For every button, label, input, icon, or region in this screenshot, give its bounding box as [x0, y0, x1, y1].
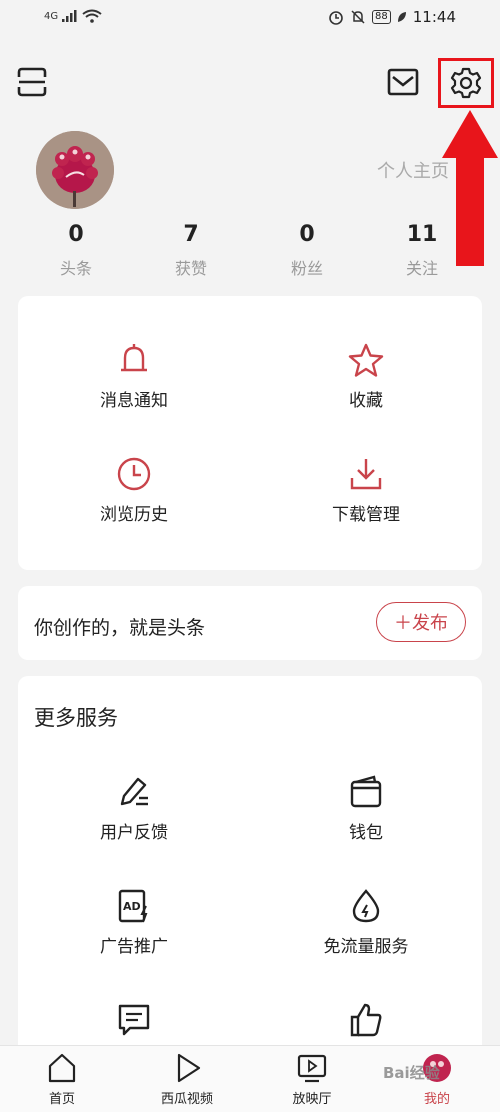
service-item-comments[interactable] [18, 1002, 250, 1038]
stat-label: 获赞 [174, 259, 207, 278]
ad-icon: AD [118, 889, 148, 923]
comment-icon [118, 1004, 150, 1036]
wallet-icon [350, 775, 382, 808]
pen-icon [120, 777, 148, 806]
scan-icon [17, 67, 47, 97]
star-icon [348, 343, 384, 377]
publish-button[interactable]: ＋发布 [376, 602, 466, 642]
stat-label: 头条 [59, 259, 92, 278]
tab-label: 首页 [48, 1092, 75, 1107]
tab-xigua-video[interactable]: 西瓜视频 [137, 1052, 237, 1107]
menu-item-label: 浏览历史 [100, 505, 168, 525]
messages-button[interactable] [385, 64, 421, 100]
clock-icon [117, 457, 151, 491]
stat-value: 0 [299, 222, 315, 247]
menu-item-notifications[interactable]: 消息通知 [18, 342, 250, 411]
service-item-likes[interactable] [250, 1002, 482, 1038]
thumbs-up-icon [350, 1003, 382, 1037]
tab-home[interactable]: 首页 [12, 1052, 112, 1107]
bell-icon [121, 344, 147, 372]
service-item-label: 广告推广 [100, 937, 168, 957]
annotation-arrow [442, 110, 498, 266]
network-type: 4G [44, 10, 59, 22]
download-icon [350, 459, 382, 490]
service-item-label: 钱包 [349, 823, 383, 843]
clock-time: 11:44 [412, 8, 456, 26]
mute-icon [351, 10, 365, 24]
menu-item-label: 下载管理 [332, 505, 400, 525]
scan-button[interactable] [14, 64, 50, 100]
status-left: 4G [44, 9, 102, 23]
service-item-label: 用户反馈 [100, 823, 168, 843]
tab-label: 西瓜视频 [160, 1092, 213, 1107]
tv-icon [297, 1054, 327, 1083]
svg-text:AD: AD [123, 900, 141, 913]
stat-fans[interactable]: 0 粉丝 [267, 222, 347, 279]
watermark-logo: Bai经验 [383, 1064, 440, 1082]
service-item-free-data[interactable]: 免流量服务 [250, 888, 482, 957]
stat-likes[interactable]: 7 获赞 [151, 222, 231, 279]
home-icon [48, 1053, 76, 1083]
quick-menu-card: 消息通知 收藏 浏览历史 下载管理 [18, 296, 482, 570]
menu-item-favorites[interactable]: 收藏 [250, 342, 482, 411]
more-services-card: 更多服务 用户反馈 钱包 AD 广告推广 免流量服务 [18, 676, 482, 1056]
stat-toutiao[interactable]: 0 头条 [36, 222, 116, 279]
battery-level: 88 [372, 10, 391, 24]
stat-label: 粉丝 [290, 259, 323, 278]
drop-icon [352, 889, 380, 923]
wifi-icon [82, 9, 102, 23]
tab-label: 我的 [423, 1092, 450, 1107]
stat-value: 7 [183, 222, 199, 247]
service-item-ads[interactable]: AD 广告推广 [18, 888, 250, 957]
avatar-image [36, 131, 114, 209]
service-item-label: 免流量服务 [323, 937, 409, 957]
create-prompt: 你创作的，就是头条 [34, 617, 206, 639]
service-item-feedback[interactable]: 用户反馈 [18, 774, 250, 843]
profile-link[interactable]: 个人主页 [377, 157, 449, 183]
play-icon [177, 1053, 201, 1083]
mail-icon [387, 68, 419, 96]
menu-item-label: 收藏 [349, 391, 383, 411]
status-right: 88 11:44 [328, 8, 456, 26]
leaf-icon [397, 12, 406, 22]
menu-item-history[interactable]: 浏览历史 [18, 456, 250, 525]
signal-icon [62, 10, 77, 22]
menu-item-label: 消息通知 [100, 391, 168, 411]
tab-label: 放映厅 [292, 1092, 332, 1107]
status-bar: 4G 88 11:44 [0, 0, 500, 38]
create-card: 你创作的，就是头条 ＋发布 [18, 586, 482, 660]
menu-item-downloads[interactable]: 下载管理 [250, 456, 482, 525]
alarm-icon [329, 11, 343, 25]
stat-value: 0 [68, 222, 84, 247]
tab-cinema[interactable]: 放映厅 [262, 1052, 362, 1107]
service-item-wallet[interactable]: 钱包 [250, 774, 482, 843]
more-services-title: 更多服务 [34, 706, 118, 730]
annotation-highlight-box [438, 58, 494, 108]
avatar[interactable] [36, 131, 114, 209]
